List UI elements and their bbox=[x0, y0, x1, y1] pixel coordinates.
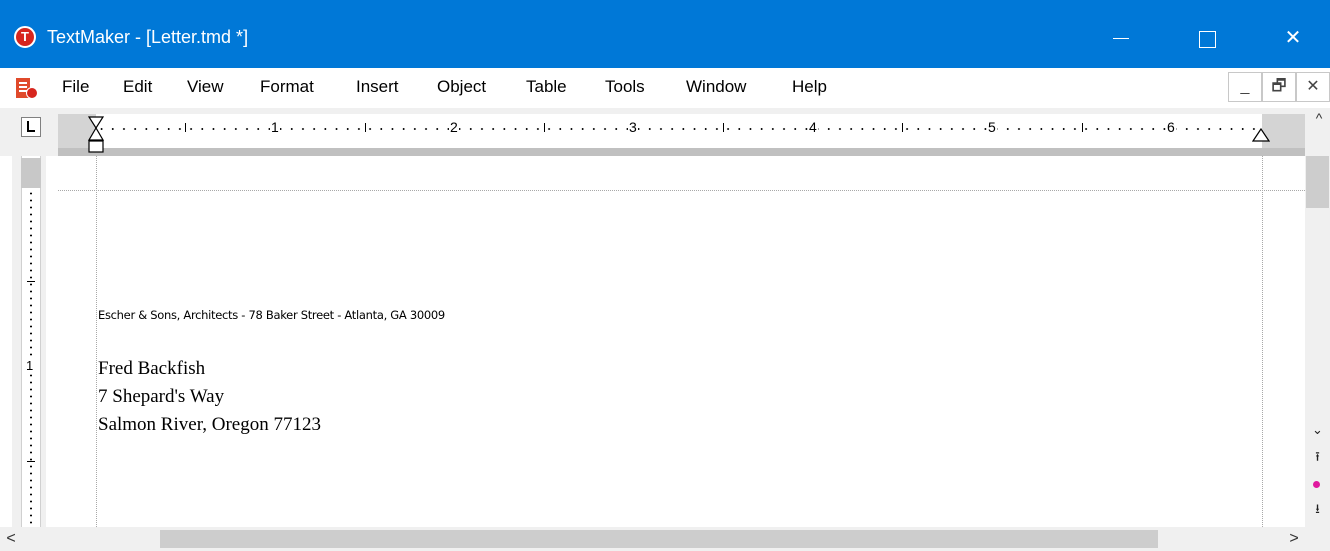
document-menu-icon[interactable] bbox=[16, 78, 38, 100]
menu-window[interactable]: Window bbox=[686, 77, 746, 97]
menu-insert[interactable]: Insert bbox=[356, 77, 399, 97]
ruler-half-mark bbox=[365, 123, 366, 132]
ruler-number: 4 bbox=[808, 119, 818, 135]
recipient-street: 7 Shepard's Way bbox=[98, 386, 225, 407]
recipient-name: Fred Backfish bbox=[98, 358, 206, 379]
scroll-right-arrow-icon[interactable]: > bbox=[1283, 527, 1305, 551]
menu-help[interactable]: Help bbox=[792, 77, 827, 97]
minimize-button[interactable] bbox=[1098, 10, 1144, 66]
maximize-button[interactable] bbox=[1184, 10, 1230, 66]
document-minimize-button[interactable]: _ bbox=[1228, 72, 1262, 102]
vertical-ruler-top-margin bbox=[21, 158, 41, 188]
vertical-scroll-thumb[interactable] bbox=[1306, 156, 1329, 208]
menu-tools[interactable]: Tools bbox=[605, 77, 645, 97]
ruler-half-mark bbox=[723, 123, 724, 132]
vertical-ruler-number: 1 bbox=[26, 358, 34, 373]
menu-edit[interactable]: Edit bbox=[123, 77, 152, 97]
vertical-ruler-half-mark bbox=[27, 281, 35, 282]
ruler-half-mark bbox=[544, 123, 545, 132]
close-button[interactable]: ✕ bbox=[1270, 10, 1316, 66]
menu-view[interactable]: View bbox=[187, 77, 224, 97]
ruler-number: 6 bbox=[1166, 119, 1176, 135]
menu-file[interactable]: File bbox=[62, 77, 89, 97]
vertical-ruler-half-mark bbox=[27, 461, 35, 462]
menu-format[interactable]: Format bbox=[260, 77, 314, 97]
document-close-button[interactable]: ✕ bbox=[1296, 72, 1330, 102]
browse-object-icon[interactable] bbox=[1313, 481, 1320, 488]
scroll-left-arrow-icon[interactable]: < bbox=[0, 527, 22, 551]
scroll-up-arrow-icon[interactable]: ^ bbox=[1308, 110, 1330, 130]
document-page[interactable] bbox=[58, 156, 1305, 527]
window-title: TextMaker - [Letter.tmd *] bbox=[47, 27, 249, 47]
document-restore-button[interactable]: 🗗 bbox=[1262, 72, 1296, 102]
ruler-half-mark bbox=[902, 123, 903, 132]
horizontal-scroll-thumb[interactable] bbox=[160, 530, 1158, 548]
ruler-number: 2 bbox=[449, 119, 459, 135]
sender-address-line: Escher & Sons, Architects - 78 Baker Str… bbox=[98, 308, 445, 322]
tab-type-selector[interactable] bbox=[21, 117, 41, 137]
previous-page-icon[interactable]: ⭱ bbox=[1305, 447, 1330, 467]
menu-table[interactable]: Table bbox=[526, 77, 567, 97]
recipient-city: Salmon River, Oregon 77123 bbox=[98, 414, 321, 435]
left-indent-marker-icon[interactable] bbox=[88, 116, 104, 154]
menu-object[interactable]: Object bbox=[437, 77, 486, 97]
textmaker-app-icon[interactable]: T bbox=[14, 26, 36, 48]
next-page-icon[interactable]: ⭳ bbox=[1305, 499, 1330, 519]
right-margin-guide bbox=[1262, 156, 1263, 527]
right-indent-marker-icon[interactable] bbox=[1252, 128, 1270, 142]
left-margin-guide bbox=[96, 156, 97, 527]
ruler-number: 1 bbox=[270, 119, 280, 135]
ruler-half-mark bbox=[185, 123, 186, 132]
scroll-down-arrow-icon[interactable]: ⌄ bbox=[1305, 420, 1330, 440]
ruler-number: 3 bbox=[628, 119, 638, 135]
top-margin-guide bbox=[58, 190, 1305, 191]
ruler-number: 5 bbox=[987, 119, 997, 135]
ruler-half-mark bbox=[1082, 123, 1083, 132]
ruler-bottom-strip bbox=[58, 148, 1305, 156]
